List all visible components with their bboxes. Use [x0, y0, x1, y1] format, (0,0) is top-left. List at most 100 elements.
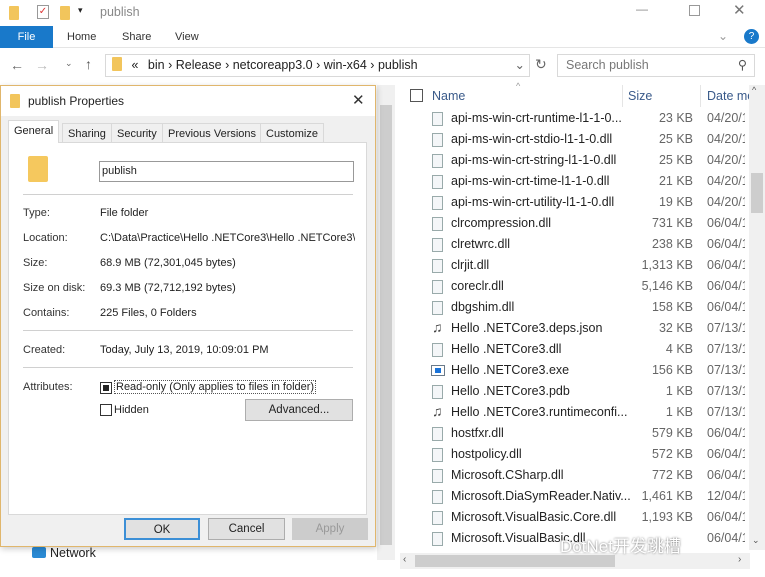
nav-item-network[interactable]: Network — [32, 546, 96, 560]
file-row[interactable]: ♫ Hello .NETCore3.deps.json 32 KB 07/13/1 — [400, 318, 745, 339]
address-dropdown-icon[interactable]: ⌄ — [515, 55, 525, 76]
dialog-close-button[interactable]: ✕ — [352, 91, 365, 109]
search-input[interactable]: Search publish ⚲ — [557, 54, 755, 77]
breadcrumb-overflow[interactable]: « — [131, 58, 138, 72]
column-size[interactable]: Size — [628, 89, 652, 103]
file-date: 06/04/1 — [707, 300, 745, 314]
column-date[interactable]: Date modified — [707, 89, 750, 103]
address-bar[interactable]: « bin › Release › netcoreapp3.0 › win-x6… — [105, 54, 530, 77]
tab-customize[interactable]: Customize — [260, 123, 324, 143]
readonly-checkbox[interactable] — [100, 382, 112, 394]
file-row[interactable]: clrcompression.dll 731 KB 06/04/1 — [400, 213, 745, 234]
folder-icon — [112, 57, 122, 71]
file-row[interactable]: api-ms-win-crt-string-l1-1-0.dll 25 KB 04/… — [400, 150, 745, 171]
dll-file-icon — [432, 238, 443, 252]
file-row[interactable]: api-ms-win-crt-time-l1-1-0.dll 21 KB 04/20… — [400, 171, 745, 192]
file-date: 04/20/1 — [707, 132, 745, 146]
refresh-icon[interactable]: ↻ — [535, 56, 547, 73]
breadcrumb-release[interactable]: Release — [176, 58, 222, 72]
tab-file[interactable]: File — [0, 26, 53, 48]
file-row[interactable]: ♫ Hello .NETCore3.runtimeconfi... 1 KB 07/1… — [400, 402, 745, 423]
properties-icon[interactable]: ✓ — [37, 5, 49, 19]
breadcrumb-win-x64[interactable]: win-x64 — [324, 58, 367, 72]
hidden-label[interactable]: Hidden — [114, 404, 149, 416]
dll-file-icon — [432, 490, 443, 504]
list-scrollbar-thumb[interactable] — [751, 173, 763, 213]
file-date: 06/04/1 — [707, 279, 745, 293]
file-name: Microsoft.VisualBasic.Core.dll — [451, 510, 617, 524]
tab-previous-versions[interactable]: Previous Versions — [162, 123, 263, 143]
file-row[interactable]: Microsoft.CSharp.dll 772 KB 06/04/1 — [400, 465, 745, 486]
close-button[interactable]: ✕ — [733, 1, 746, 19]
file-size: 1 KB — [665, 405, 693, 419]
file-row[interactable]: Microsoft.DiaSymReader.Nativ... 1,461 KB 1… — [400, 486, 745, 507]
file-row[interactable]: api-ms-win-crt-runtime-l1-1-0... 23 KB 04/… — [400, 108, 745, 129]
file-date: 04/20/1 — [707, 111, 745, 125]
file-size: 5,146 KB — [641, 279, 693, 293]
nav-network-label: Network — [50, 546, 96, 560]
file-name: Hello .NETCore3.runtimeconfi... — [451, 405, 628, 419]
hidden-checkbox[interactable] — [100, 404, 112, 416]
tab-view[interactable]: View — [175, 26, 199, 48]
folder-name-input[interactable]: publish — [99, 161, 354, 182]
dll-file-icon — [432, 280, 443, 294]
tab-general[interactable]: General — [8, 120, 60, 143]
nav-scrollbar-thumb[interactable] — [380, 105, 392, 545]
file-row[interactable]: coreclr.dll 5,146 KB 06/04/1 — [400, 276, 745, 297]
column-name[interactable]: Name — [432, 89, 465, 103]
file-date: 04/20/1 — [707, 174, 745, 188]
file-row[interactable]: hostpolicy.dll 572 KB 06/04/1 — [400, 444, 745, 465]
ok-button[interactable]: OK — [124, 518, 200, 540]
tab-security[interactable]: Security — [111, 123, 163, 143]
breadcrumb-netcoreapp[interactable]: netcoreapp3.0 — [233, 58, 313, 72]
file-date: 06/04/1 — [707, 447, 745, 461]
json-file-icon: ♫ — [432, 403, 443, 419]
tab-home[interactable]: Home — [67, 26, 96, 48]
tab-sharing[interactable]: Sharing — [62, 123, 112, 143]
file-row[interactable]: hostfxr.dll 579 KB 06/04/1 — [400, 423, 745, 444]
advanced-button[interactable]: Advanced... — [245, 399, 353, 421]
watermark: DotNet开发跳槽 — [560, 537, 681, 556]
breadcrumb-publish[interactable]: publish — [378, 58, 418, 72]
expand-ribbon-icon[interactable]: ⌄ — [718, 29, 728, 43]
nav-scrollbar[interactable] — [377, 85, 395, 560]
json-file-icon: ♫ — [432, 319, 443, 335]
size-on-disk-value: 69.3 MB (72,712,192 bytes) — [100, 282, 236, 294]
help-icon[interactable]: ? — [744, 29, 759, 44]
file-row[interactable]: clrjit.dll 1,313 KB 06/04/1 — [400, 255, 745, 276]
new-folder-icon[interactable] — [60, 6, 70, 20]
file-date: 12/04/1 — [707, 489, 745, 503]
minimize-button[interactable]: — — [636, 2, 648, 16]
back-button[interactable]: ← — [10, 57, 24, 73]
breadcrumb-bin[interactable]: bin — [148, 58, 165, 72]
file-date: 07/13/1 — [707, 321, 745, 335]
readonly-label[interactable]: Read-only (Only applies to files in fold… — [114, 380, 317, 394]
recent-locations-icon[interactable]: ⌄ — [65, 58, 73, 69]
forward-button[interactable]: → — [35, 57, 49, 73]
file-row[interactable]: api-ms-win-crt-utility-l1-1-0.dll 19 KB 04… — [400, 192, 745, 213]
file-name: api-ms-win-crt-time-l1-1-0.dll — [451, 174, 610, 188]
apply-button[interactable]: Apply — [292, 518, 368, 540]
file-row[interactable]: Microsoft.VisualBasic.Core.dll 1,193 KB 06… — [400, 507, 745, 528]
file-row[interactable]: clretwrc.dll 238 KB 06/04/1 — [400, 234, 745, 255]
list-vertical-scrollbar[interactable]: ^ ⌄ — [749, 85, 765, 550]
file-size: 158 KB — [651, 300, 693, 314]
cancel-button[interactable]: Cancel — [208, 518, 285, 540]
select-all-checkbox[interactable] — [410, 89, 423, 102]
tab-share[interactable]: Share — [122, 26, 151, 48]
file-row[interactable]: api-ms-win-crt-stdio-l1-1-0.dll 25 KB 04/2… — [400, 129, 745, 150]
file-row[interactable]: Hello .NETCore3.pdb 1 KB 07/13/1 — [400, 381, 745, 402]
file-row[interactable]: Hello .NETCore3.dll 4 KB 07/13/1 — [400, 339, 745, 360]
file-date: 04/20/1 — [707, 195, 745, 209]
file-size: 21 KB — [658, 174, 693, 188]
up-button[interactable]: ↑ — [85, 56, 92, 72]
file-date: 06/04/1 — [707, 510, 745, 524]
file-row[interactable]: Hello .NETCore3.exe 156 KB 07/13/1 — [400, 360, 745, 381]
maximize-button[interactable] — [689, 5, 700, 16]
customize-toolbar-icon[interactable]: ▾ — [78, 5, 83, 16]
dialog-title-bar: publish Properties ✕ — [1, 86, 375, 116]
file-name: Hello .NETCore3.dll — [451, 342, 562, 356]
file-row[interactable]: dbgshim.dll 158 KB 06/04/1 — [400, 297, 745, 318]
file-size: 1,461 KB — [641, 489, 693, 503]
created-value: Today, July 13, 2019, 10:09:01 PM — [100, 344, 269, 356]
